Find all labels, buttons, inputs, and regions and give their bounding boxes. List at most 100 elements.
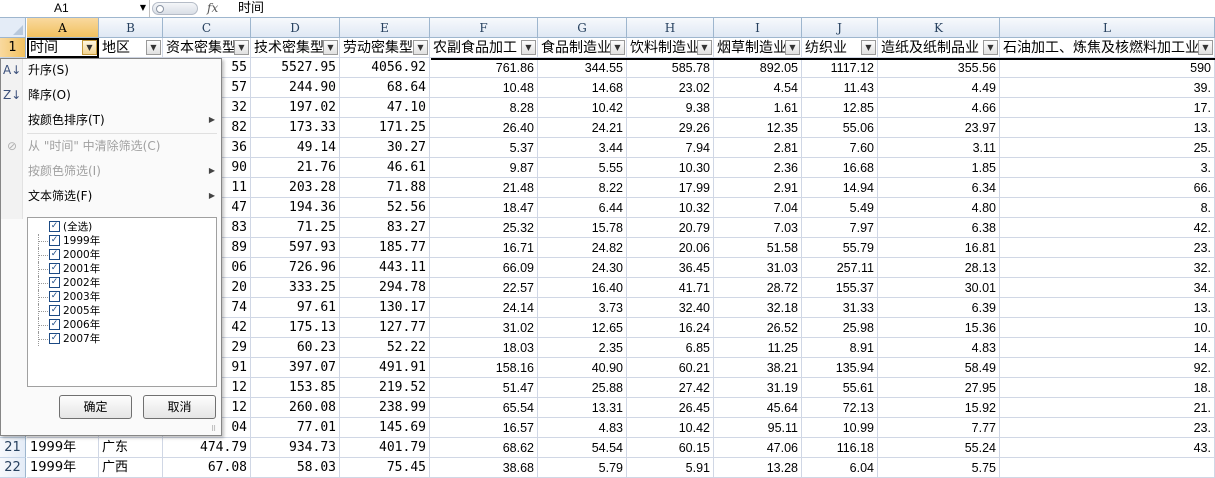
cell[interactable]: 194.36 xyxy=(251,198,340,218)
menu-filter-by-color[interactable]: 按颜色筛选(I) ▶ xyxy=(23,160,221,182)
cell[interactable]: 1.61 xyxy=(714,98,802,118)
cell[interactable]: 65.54 xyxy=(430,398,538,418)
cell[interactable]: 16.71 xyxy=(430,238,538,258)
cell[interactable]: 16.81 xyxy=(878,238,1000,258)
checkbox-checked-icon[interactable]: ✓ xyxy=(49,319,60,330)
cell[interactable]: 590 xyxy=(1000,58,1215,78)
cell[interactable]: 892.05 xyxy=(714,58,802,78)
header-cell[interactable]: 地区 ▼ xyxy=(99,38,163,58)
header-cell[interactable]: 造纸及纸制品业 ▼ xyxy=(878,38,1000,58)
cell[interactable]: 34. xyxy=(1000,278,1215,298)
cell[interactable]: 934.73 xyxy=(251,438,340,458)
filter-dropdown-icon[interactable]: ▼ xyxy=(785,40,800,55)
cell[interactable]: 1.85 xyxy=(878,158,1000,178)
cell[interactable]: 23. xyxy=(1000,238,1215,258)
header-cell[interactable]: 石油加工、炼焦及核燃料加工业 ▼ xyxy=(1000,38,1215,58)
cell[interactable]: 16.40 xyxy=(538,278,627,298)
menu-sort-ascending[interactable]: 升序(S) xyxy=(23,59,221,81)
checkbox-checked-icon[interactable]: ✓ xyxy=(49,291,60,302)
cell[interactable]: 5.91 xyxy=(627,458,714,478)
checkbox-checked-icon[interactable]: ✓ xyxy=(49,249,60,260)
cell[interactable]: 29.26 xyxy=(627,118,714,138)
cell[interactable]: 36.45 xyxy=(627,258,714,278)
cell[interactable]: 83.27 xyxy=(340,218,430,238)
cell[interactable]: 32.40 xyxy=(627,298,714,318)
cell[interactable]: 7.04 xyxy=(714,198,802,218)
cell[interactable]: 1117.12 xyxy=(802,58,878,78)
cell[interactable]: 6.34 xyxy=(878,178,1000,198)
cell[interactable]: 58.03 xyxy=(251,458,340,478)
filter-dropdown-icon[interactable]: ▼ xyxy=(983,40,998,55)
cell[interactable]: 66. xyxy=(1000,178,1215,198)
cell[interactable]: 3.44 xyxy=(538,138,627,158)
cell[interactable]: 11.25 xyxy=(714,338,802,358)
cell[interactable]: 16.24 xyxy=(627,318,714,338)
cell[interactable]: 38.21 xyxy=(714,358,802,378)
cell[interactable]: 2.81 xyxy=(714,138,802,158)
cell[interactable]: 397.07 xyxy=(251,358,340,378)
cell[interactable]: 8.22 xyxy=(538,178,627,198)
cell[interactable]: 8. xyxy=(1000,198,1215,218)
cell[interactable]: 12.65 xyxy=(538,318,627,338)
cell[interactable]: 54.54 xyxy=(538,438,627,458)
cell[interactable]: 6.38 xyxy=(878,218,1000,238)
cell[interactable]: 45.64 xyxy=(714,398,802,418)
cell[interactable]: 7.60 xyxy=(802,138,878,158)
header-cell[interactable]: 食品制造业 ▼ xyxy=(538,38,627,58)
cell[interactable]: 22.57 xyxy=(430,278,538,298)
cell[interactable]: 158.16 xyxy=(430,358,538,378)
cell[interactable]: 25.98 xyxy=(802,318,878,338)
cell[interactable]: 23.02 xyxy=(627,78,714,98)
cell[interactable]: 238.99 xyxy=(340,398,430,418)
header-cell[interactable]: 饮料制造业 ▼ xyxy=(627,38,714,58)
checkbox-checked-icon[interactable]: ✓ xyxy=(49,263,60,274)
header-cell[interactable]: 劳动密集型 ▼ xyxy=(340,38,430,58)
cell[interactable]: 4.54 xyxy=(714,78,802,98)
cell[interactable]: 26.45 xyxy=(627,398,714,418)
filter-list-item[interactable]: ✓ 2000年 xyxy=(28,248,216,262)
cell[interactable]: 46.61 xyxy=(340,158,430,178)
cell[interactable]: 广东 xyxy=(99,438,163,458)
checkbox-checked-icon[interactable]: ✓ xyxy=(49,277,60,288)
cell[interactable]: 185.77 xyxy=(340,238,430,258)
cell[interactable]: 244.90 xyxy=(251,78,340,98)
cell[interactable]: 97.61 xyxy=(251,298,340,318)
cell[interactable]: 4056.92 xyxy=(340,58,430,78)
resize-grip-icon[interactable]: ⠿ xyxy=(211,425,219,433)
cell[interactable]: 20.79 xyxy=(627,218,714,238)
cell[interactable]: 15.92 xyxy=(878,398,1000,418)
cell[interactable]: 3.73 xyxy=(538,298,627,318)
cell[interactable]: 443.11 xyxy=(340,258,430,278)
name-box[interactable]: A1 xyxy=(0,0,150,17)
filter-list-item[interactable]: ✓ 2007年 xyxy=(28,332,216,346)
cell[interactable]: 52.56 xyxy=(340,198,430,218)
filter-dropdown-icon[interactable]: ▼ xyxy=(521,40,536,55)
cell[interactable]: 31.19 xyxy=(714,378,802,398)
cell[interactable]: 597.93 xyxy=(251,238,340,258)
cell[interactable]: 10.32 xyxy=(627,198,714,218)
cell[interactable]: 71.88 xyxy=(340,178,430,198)
header-cell[interactable]: 农副食品加工 ▼ xyxy=(430,38,538,58)
cell[interactable]: 6.39 xyxy=(878,298,1000,318)
cell[interactable]: 31.03 xyxy=(714,258,802,278)
cell[interactable]: 203.28 xyxy=(251,178,340,198)
cell[interactable]: 260.08 xyxy=(251,398,340,418)
cell[interactable]: 60.15 xyxy=(627,438,714,458)
cell[interactable]: 72.13 xyxy=(802,398,878,418)
cell[interactable]: 31.33 xyxy=(802,298,878,318)
cell[interactable]: 25. xyxy=(1000,138,1215,158)
cell[interactable]: 21. xyxy=(1000,398,1215,418)
cell[interactable]: 60.21 xyxy=(627,358,714,378)
column-header-f[interactable]: F xyxy=(430,18,538,38)
cell[interactable]: 7.77 xyxy=(878,418,1000,438)
cell[interactable]: 175.13 xyxy=(251,318,340,338)
filter-list-item[interactable]: ✓ 1999年 xyxy=(28,234,216,248)
menu-sort-by-color[interactable]: 按颜色排序(T) ▶ xyxy=(23,109,221,131)
cell[interactable]: 51.47 xyxy=(430,378,538,398)
cell[interactable]: 135.94 xyxy=(802,358,878,378)
column-header-g[interactable]: G xyxy=(538,18,627,38)
cell[interactable]: 10.99 xyxy=(802,418,878,438)
cell[interactable]: 68.64 xyxy=(340,78,430,98)
checkbox-checked-icon[interactable]: ✓ xyxy=(49,333,60,344)
cell[interactable]: 355.56 xyxy=(878,58,1000,78)
